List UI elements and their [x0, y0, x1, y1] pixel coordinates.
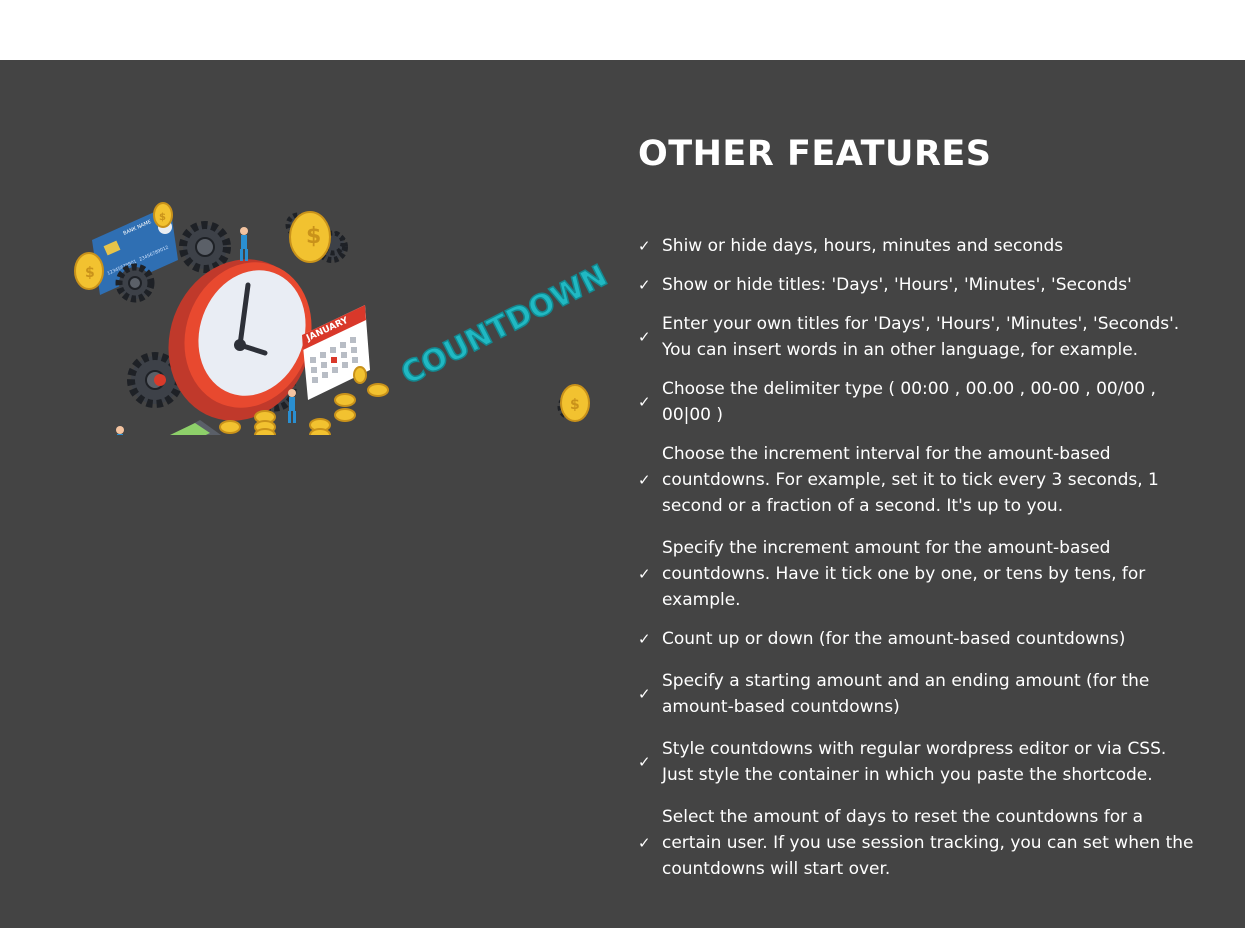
feature-text: Specify a starting amount and an ending …	[662, 671, 1150, 717]
feature-text: Specify the increment amount for the amo…	[662, 538, 1146, 610]
feature-text: Select the amount of days to reset the c…	[662, 807, 1194, 879]
list-item: ✓ Enter your own titles for 'Days', 'Hou…	[638, 311, 1198, 363]
other-features-section: BANK NAME 12345678901 23456789012 JANUAR…	[0, 60, 1245, 928]
checkmark-icon: ✓	[638, 753, 651, 771]
section-title: OTHER FEATURES	[638, 134, 992, 174]
feature-text: Count up or down (for the amount-based c…	[662, 629, 1126, 649]
checkmark-icon: ✓	[638, 834, 651, 852]
list-item: ✓ Shiw or hide days, hours, minutes and …	[638, 233, 1198, 259]
checkmark-icon: ✓	[638, 276, 651, 294]
list-item: ✓ Show or hide titles: 'Days', 'Hours', …	[638, 272, 1198, 298]
coin-dollar-top: $	[159, 212, 166, 223]
checkmark-icon: ✓	[638, 393, 651, 411]
calendar-icon: JANUARY	[302, 305, 370, 400]
list-item: ✓ Select the amount of days to reset the…	[638, 804, 1198, 882]
list-item: ✓ Style countdowns with regular wordpres…	[638, 736, 1198, 788]
checkmark-icon: ✓	[638, 328, 651, 346]
list-item: ✓ Specify a starting amount and an endin…	[638, 668, 1198, 720]
coin-dollar-left: $	[85, 265, 95, 281]
list-item: ✓ Choose the delimiter type ( 00:00 , 00…	[638, 376, 1198, 428]
list-item: ✓ Count up or down (for the amount-based…	[638, 626, 1198, 652]
checkmark-icon: ✓	[638, 237, 651, 255]
top-white-bar	[0, 0, 1245, 60]
feature-text: Choose the delimiter type ( 00:00 , 00.0…	[662, 379, 1156, 425]
countdown-word: COUNTDOWN	[396, 258, 613, 392]
feature-text: Show or hide titles: 'Days', 'Hours', 'M…	[662, 275, 1132, 295]
coin-dollar-right: $	[570, 397, 580, 413]
feature-text: Choose the increment interval for the am…	[662, 444, 1159, 516]
list-item: ✓ Specify the increment amount for the a…	[638, 535, 1198, 613]
checkmark-icon: ✓	[638, 630, 651, 648]
coin-dollar-large: $	[306, 224, 321, 249]
list-item: ✓ Choose the increment interval for the …	[638, 441, 1198, 519]
feature-list: ✓ Shiw or hide days, hours, minutes and …	[638, 233, 1198, 882]
checkmark-icon: ✓	[638, 565, 651, 583]
checkmark-icon: ✓	[638, 685, 651, 703]
countdown-illustration: BANK NAME 12345678901 23456789012 JANUAR…	[74, 202, 614, 435]
feature-text: Style countdowns with regular wordpress …	[662, 739, 1167, 785]
checkmark-icon: ✓	[638, 471, 651, 489]
feature-text: Shiw or hide days, hours, minutes and se…	[662, 236, 1064, 256]
feature-text: Enter your own titles for 'Days', 'Hours…	[662, 314, 1180, 360]
